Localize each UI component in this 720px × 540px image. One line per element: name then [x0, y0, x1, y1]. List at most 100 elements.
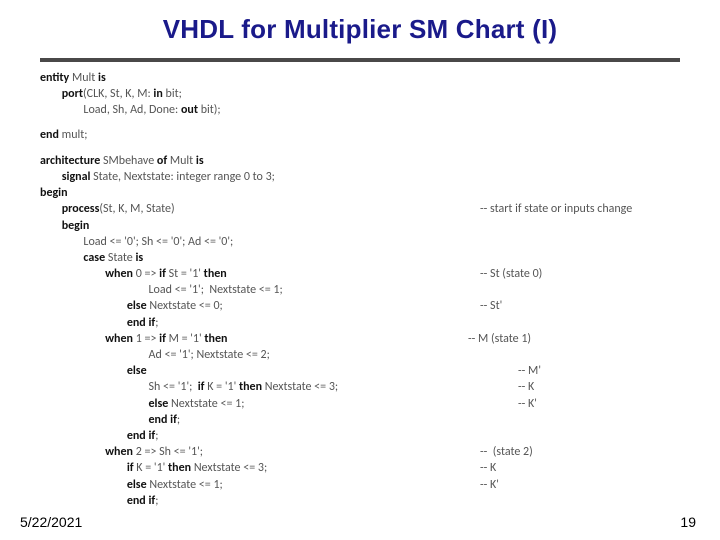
kw-out: out	[181, 103, 201, 117]
tok: ;	[155, 316, 158, 330]
tok: bit;	[166, 87, 182, 101]
comment: -- M (state 1)	[468, 331, 531, 347]
code-line: entity Mult is	[40, 70, 680, 86]
comment: -- M'	[518, 363, 541, 379]
kw-then: then	[168, 461, 194, 475]
tok: Nextstate <= 3;	[194, 461, 267, 475]
comment: -- K	[518, 379, 534, 395]
code-line: begin	[40, 185, 680, 201]
kw-begin: begin	[40, 219, 89, 233]
tok: Mult	[170, 154, 196, 168]
kw-endif: end if	[40, 429, 155, 443]
kw-then: then	[239, 380, 265, 394]
tok: 2 => Sh <= '1';	[136, 445, 203, 459]
tok: ;	[177, 413, 180, 427]
kw-is: is	[196, 154, 204, 168]
kw-of: of	[157, 154, 170, 168]
code-line: if K = '1' then Nextstate <= 3; -- K	[40, 460, 680, 476]
kw-else: else	[40, 397, 171, 411]
code-line: else Nextstate <= 1; -- K'	[40, 477, 680, 493]
tok: Load, Sh, Ad, Done:	[40, 103, 181, 117]
kw-else: else	[40, 299, 149, 313]
code-line: end if;	[40, 412, 680, 428]
kw-end: end	[40, 128, 62, 142]
code-line: Load <= '1'; Nextstate <= 1;	[40, 282, 680, 298]
comment: -- St (state 0)	[480, 266, 542, 282]
tok: Nextstate <= 0;	[149, 299, 222, 313]
comment: -- K'	[480, 477, 499, 493]
tok: Ad <= '1'; Nextstate <= 2;	[40, 348, 270, 362]
comment: -- start if state or inputs change	[480, 201, 632, 217]
tok: State	[108, 251, 136, 265]
code-line: end if;	[40, 315, 680, 331]
kw-when: when	[40, 267, 136, 281]
code-line: end if;	[40, 428, 680, 444]
kw-when: when	[40, 445, 136, 459]
tok: mult;	[62, 128, 88, 142]
code-line: Ad <= '1'; Nextstate <= 2;	[40, 347, 680, 363]
kw-begin: begin	[40, 186, 68, 200]
code-line: Load <= '0'; Sh <= '0'; Ad <= '0';	[40, 234, 680, 250]
comment: -- K	[480, 460, 496, 476]
comment: -- K'	[518, 396, 537, 412]
code-line	[40, 119, 680, 127]
code-line: else Nextstate <= 0; -- St'	[40, 298, 680, 314]
kw-else: else	[40, 364, 147, 378]
kw-if: if	[159, 267, 168, 281]
kw-if: if	[40, 461, 136, 475]
kw-is: is	[98, 71, 106, 85]
kw-endif: end if	[40, 316, 155, 330]
slide: VHDL for Multiplier SM Chart (I) entity …	[0, 0, 720, 540]
kw-is: is	[135, 251, 143, 265]
tok: K = '1'	[136, 461, 168, 475]
tok: ;	[155, 494, 158, 508]
code-line	[40, 143, 680, 153]
kw-else: else	[40, 478, 149, 492]
kw-when: when	[40, 332, 136, 346]
code-line: else -- M'	[40, 363, 680, 379]
tok: State, Nextstate: integer range 0 to 3;	[93, 170, 275, 184]
code-line: else Nextstate <= 1; -- K'	[40, 396, 680, 412]
tok: Nextstate <= 1;	[149, 478, 222, 492]
tok: bit);	[201, 103, 221, 117]
kw-signal: signal	[40, 170, 93, 184]
tok: Load <= '0'; Sh <= '0'; Ad <= '0';	[40, 235, 233, 249]
tok: Mult	[72, 71, 98, 85]
kw-endif: end if	[40, 413, 177, 427]
kw-process: process	[40, 202, 99, 216]
tok: 0 =>	[136, 267, 159, 281]
tok: Sh <= '1';	[40, 380, 198, 394]
tok: SMbehave	[103, 154, 157, 168]
kw-port: port	[40, 87, 83, 101]
tok: K = '1'	[207, 380, 239, 394]
code-line: end if;	[40, 493, 680, 509]
comment: -- St'	[480, 298, 502, 314]
code-line: Sh <= '1'; if K = '1' then Nextstate <= …	[40, 379, 680, 395]
tok: Nextstate <= 1;	[171, 397, 244, 411]
kw-endif: end if	[40, 494, 155, 508]
tok: (CLK, St, K, M:	[83, 87, 153, 101]
code-line: begin	[40, 218, 680, 234]
code-line: port(CLK, St, K, M: in bit;	[40, 86, 680, 102]
title-rule	[40, 58, 680, 62]
tok: (St, K, M, State)	[99, 202, 174, 216]
tok: Nextstate <= 3;	[265, 380, 338, 394]
code-line: end mult;	[40, 127, 680, 143]
kw-in: in	[153, 87, 165, 101]
code-line: when 0 => if St = '1' then -- St (state 0…	[40, 266, 680, 282]
kw-if: if	[159, 332, 168, 346]
slide-title: VHDL for Multiplier SM Chart (I)	[0, 14, 720, 45]
tok: St = '1'	[169, 267, 204, 281]
tok: ;	[155, 429, 158, 443]
code-line: process(St, K, M, State) -- start if stat…	[40, 201, 680, 217]
code-line: signal State, Nextstate: integer range 0…	[40, 169, 680, 185]
tok: Load <= '1'; Nextstate <= 1;	[40, 283, 283, 297]
comment: -- (state 2)	[480, 444, 533, 460]
kw-architecture: architecture	[40, 154, 103, 168]
kw-case: case	[40, 251, 108, 265]
code-line: when 2 => Sh <= '1'; -- (state 2)	[40, 444, 680, 460]
kw-then: then	[204, 267, 227, 281]
code-line: architecture SMbehave of Mult is	[40, 153, 680, 169]
kw-entity: entity	[40, 71, 72, 85]
footer-page-number: 19	[680, 514, 696, 530]
